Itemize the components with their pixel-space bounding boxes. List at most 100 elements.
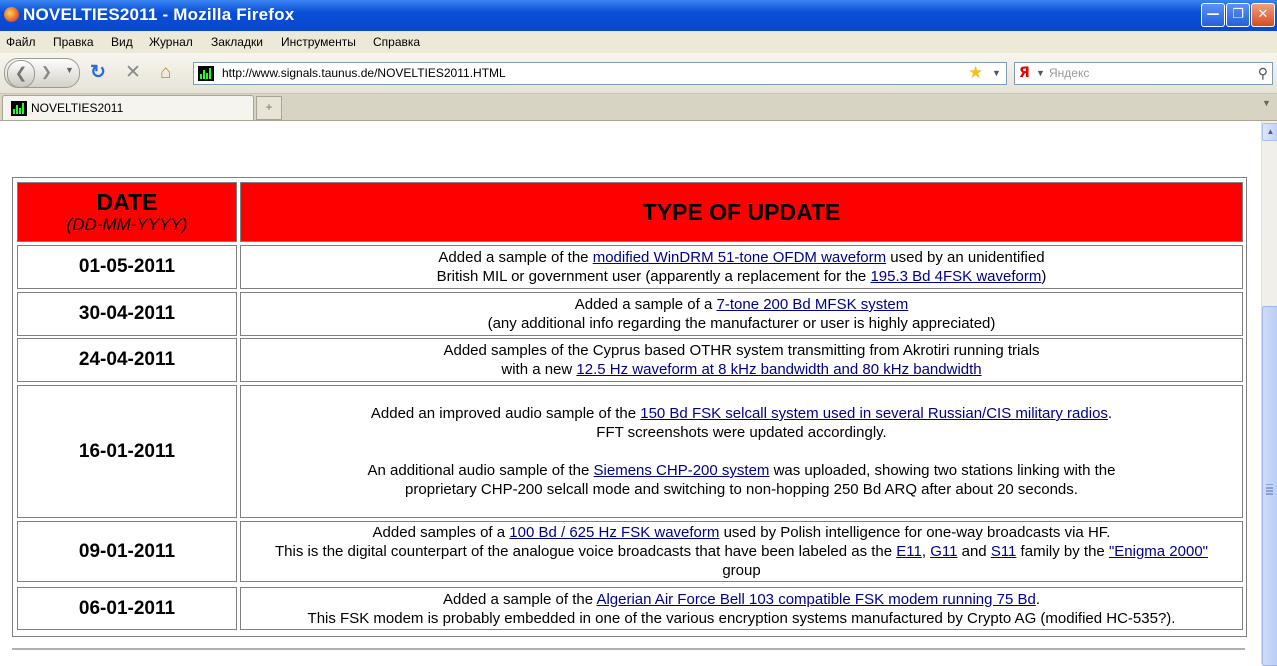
search-input[interactable]: Яндекс [1049,66,1089,80]
menu-file[interactable]: Файл [6,35,36,49]
menu-view[interactable]: Вид [111,35,133,49]
description-text: Added a sample of the [438,249,593,266]
date-cell: 24-04-2011 [17,338,237,382]
description-line: group [241,561,1242,580]
firefox-logo-icon [4,7,19,22]
history-dropdown-icon[interactable]: ▼ [65,65,74,75]
update-link[interactable]: 12.5 Hz waveform at 8 kHz bandwidth and … [576,361,981,378]
description-text: , [921,543,931,560]
menu-edit[interactable]: Правка [53,35,94,49]
tab-novelties2011[interactable]: NOVELTIES2011 [2,95,254,120]
type-header: TYPE OF UPDATE [642,198,841,225]
navigation-toolbar: ❮ ❯ ▼ ↻ ✕ ⌂ http://www.signals.taunus.de… [0,53,1277,94]
search-engine-icon[interactable]: Я [1019,65,1030,81]
date-header: DATE [96,189,158,215]
scroll-up-button[interactable]: ▲ [1262,123,1277,141]
description-text: (any additional info regarding the manuf… [487,315,996,332]
back-forward-group: ❮ ❯ ▼ [4,58,80,88]
update-description-cell: Added samples of the Cyprus based OTHR s… [240,338,1243,382]
menu-history[interactable]: Журнал [149,35,193,49]
description-text: An additional audio sample of the [367,462,594,479]
update-link[interactable]: modified WinDRM 51-tone OFDM waveform [593,249,886,266]
maximize-button[interactable]: ❐ [1226,3,1250,27]
menu-help[interactable]: Справка [373,35,420,49]
vertical-scrollbar[interactable]: ▲ [1261,121,1277,666]
update-link[interactable]: 195.3 Bd 4FSK waveform [870,268,1041,285]
description-text: Added a sample of the [442,590,597,608]
description-text: used by an unidentified [886,249,1045,266]
tab-favicon-icon [11,101,27,116]
search-icon[interactable]: ⚲ [1258,65,1268,82]
update-link[interactable]: 150 Bd FSK selcall system used in severa… [640,405,1108,422]
description-line: (any additional info regarding the manuf… [241,314,1242,333]
description-text: and [957,543,991,560]
description-text: Added a sample of a [574,296,717,313]
description-text: Added samples of a [372,524,510,541]
description-line: This is the digital counterpart of the a… [241,542,1242,561]
scrollbar-grip-icon [1266,484,1273,486]
description-text: family by the [1016,543,1109,560]
description-line: Added samples of the Cyprus based OTHR s… [241,341,1242,360]
update-description-cell: Added a sample of the modified WinDRM 51… [240,245,1243,289]
scrollbar-thumb[interactable] [1262,306,1277,666]
update-link[interactable]: E11 [896,543,922,560]
close-button[interactable]: ✕ [1251,3,1275,27]
updates-table: DATE (DD-MM-YYYY) TYPE OF UPDATE 01-05-2… [12,177,1247,637]
window-titlebar: NOVELTIES2011 - Mozilla Firefox — ❐ ✕ [0,0,1277,31]
update-link[interactable]: 7-tone 200 Bd MFSK system [717,296,909,313]
search-bar[interactable]: Я ▼ Яндекс ⚲ [1014,62,1273,85]
update-link[interactable]: 100 Bd / 625 Hz FSK waveform [509,524,719,541]
stop-icon[interactable]: ✕ [125,63,141,82]
description-line: with a new 12.5 Hz waveform at 8 kHz ban… [241,360,1242,379]
update-date: 24-04-2011 [78,349,176,370]
tab-bar: NOVELTIES2011 + ▼ [0,94,1277,121]
url-bar[interactable]: http://www.signals.taunus.de/NOVELTIES20… [193,62,1007,85]
menu-bookmarks[interactable]: Закладки [211,35,263,49]
update-date: 30-04-2011 [78,303,176,324]
description-text: proprietary CHP-200 selcall mode and swi… [405,481,1078,498]
minimize-button[interactable]: — [1201,3,1225,27]
description-line: An additional audio sample of the Siemen… [241,461,1242,480]
update-description-cell: Added a sample of a 7-tone 200 Bd MFSK s… [240,292,1243,336]
description-text: FFT screenshots were updated accordingly… [596,424,887,441]
update-description-cell: Added a sample of the Algerian Air Force… [240,587,1243,630]
type-header-cell: TYPE OF UPDATE [240,182,1243,242]
horizontal-rule [12,648,1245,650]
date-cell: 30-04-2011 [17,292,237,336]
update-link[interactable]: S11 [991,543,1017,560]
site-favicon-icon [198,66,214,81]
description-line: proprietary CHP-200 selcall mode and swi… [241,480,1242,499]
update-date: 06-01-2011 [78,597,176,619]
forward-button[interactable]: ❯ [41,64,52,80]
description-line: Added samples of a 100 Bd / 625 Hz FSK w… [241,523,1242,542]
tab-list-dropdown-icon[interactable]: ▼ [1262,98,1271,108]
new-tab-button[interactable]: + [256,96,282,120]
description-line: Added a sample of the Algerian Air Force… [241,590,1242,609]
description-line [241,442,1242,461]
date-cell: 09-01-2011 [17,521,237,582]
description-line: FFT screenshots were updated accordingly… [241,423,1242,442]
update-link[interactable]: Algerian Air Force Bell 103 compatible F… [596,591,1035,608]
back-button[interactable]: ❮ [7,60,35,88]
description-text: used by Polish intelligence for one-way … [719,524,1111,541]
description-text: with a new [501,361,577,378]
date-cell: 06-01-2011 [17,587,237,630]
update-link[interactable]: G11 [930,543,957,560]
description-line: Added a sample of a 7-tone 200 Bd MFSK s… [241,295,1242,314]
update-description-cell: Added samples of a 100 Bd / 625 Hz FSK w… [240,521,1243,582]
description-text: British MIL or government user (apparent… [436,268,871,285]
bookmark-star-icon[interactable]: ★ [968,63,983,83]
url-dropdown-icon[interactable]: ▼ [992,68,1001,78]
search-engine-dropdown-icon[interactable]: ▼ [1036,68,1045,78]
date-cell: 01-05-2011 [17,245,237,289]
description-text: Added samples of the Cyprus based OTHR s… [443,342,1040,359]
update-link[interactable]: Siemens CHP-200 system [594,462,770,479]
update-link[interactable]: "Enigma 2000" [1109,543,1208,560]
reload-icon[interactable]: ↻ [90,63,106,82]
menu-tools[interactable]: Инструменты [281,35,356,49]
url-text[interactable]: http://www.signals.taunus.de/NOVELTIES20… [222,66,506,80]
home-icon[interactable]: ⌂ [160,63,171,82]
description-text: . [1107,405,1113,422]
description-text: This FSK modem is probably embedded in o… [307,609,1176,627]
description-text: ) [1041,268,1047,285]
